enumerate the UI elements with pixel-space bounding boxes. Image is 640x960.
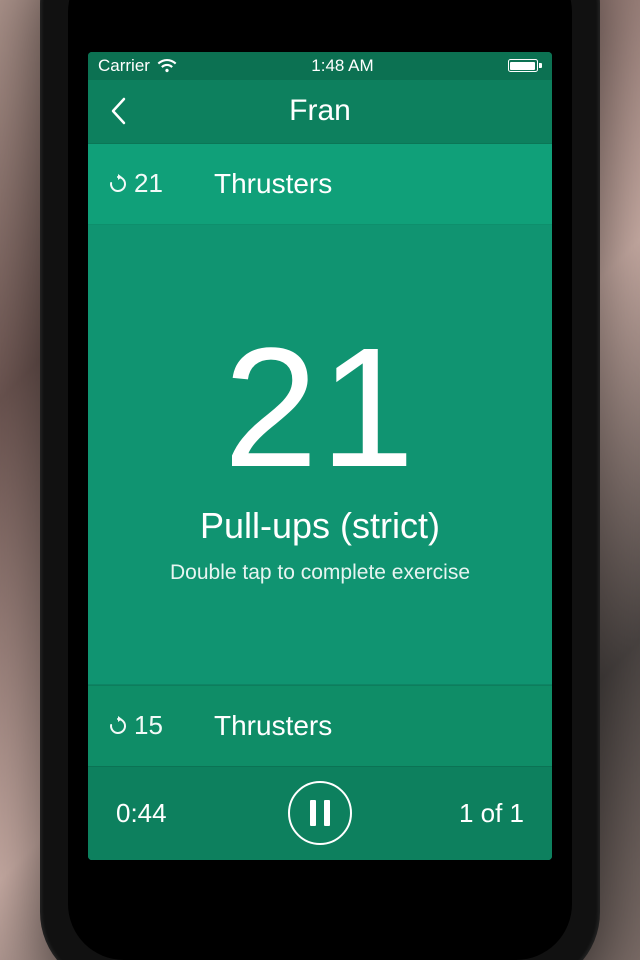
chevron-left-icon bbox=[110, 97, 126, 125]
reps-icon bbox=[108, 716, 128, 736]
next-exercise-name: Thrusters bbox=[214, 710, 332, 742]
phone-frame: Carrier 1:48 AM Fran bbox=[40, 0, 600, 960]
current-reps-count: 21 bbox=[223, 323, 416, 493]
reps-icon bbox=[108, 174, 128, 194]
next-reps-count: 15 bbox=[134, 710, 163, 741]
prev-exercise-name: Thrusters bbox=[214, 168, 332, 200]
round-progress: 1 of 1 bbox=[424, 798, 524, 829]
status-bar-left: Carrier bbox=[98, 56, 177, 76]
next-exercise-row[interactable]: 15 Thrusters bbox=[88, 685, 552, 766]
prev-exercise-row[interactable]: 21 Thrusters bbox=[88, 144, 552, 225]
current-exercise-area[interactable]: 21 Pull-ups (strict) Double tap to compl… bbox=[88, 225, 552, 685]
back-button[interactable] bbox=[88, 80, 148, 143]
app-screen: Carrier 1:48 AM Fran bbox=[88, 52, 552, 860]
carrier-label: Carrier bbox=[98, 56, 150, 76]
nav-header: Fran bbox=[88, 80, 552, 144]
prev-reps-count: 21 bbox=[134, 168, 163, 199]
elapsed-time: 0:44 bbox=[116, 798, 216, 829]
next-reps-badge: 15 bbox=[108, 710, 178, 741]
status-time: 1:48 AM bbox=[311, 56, 373, 76]
pause-button[interactable] bbox=[288, 781, 352, 845]
status-bar: Carrier 1:48 AM bbox=[88, 52, 552, 80]
workout-content: 21 Thrusters 21 Pull-ups (strict) Double… bbox=[88, 144, 552, 860]
battery-icon bbox=[508, 59, 542, 72]
wifi-icon bbox=[157, 59, 177, 73]
page-title: Fran bbox=[88, 94, 552, 128]
current-exercise-name: Pull-ups (strict) bbox=[200, 505, 440, 547]
current-hint: Double tap to complete exercise bbox=[170, 561, 470, 585]
player-footer: 0:44 1 of 1 bbox=[88, 766, 552, 860]
phone-inner: Carrier 1:48 AM Fran bbox=[68, 0, 572, 960]
prev-reps-badge: 21 bbox=[108, 168, 178, 199]
pause-icon bbox=[310, 800, 330, 826]
